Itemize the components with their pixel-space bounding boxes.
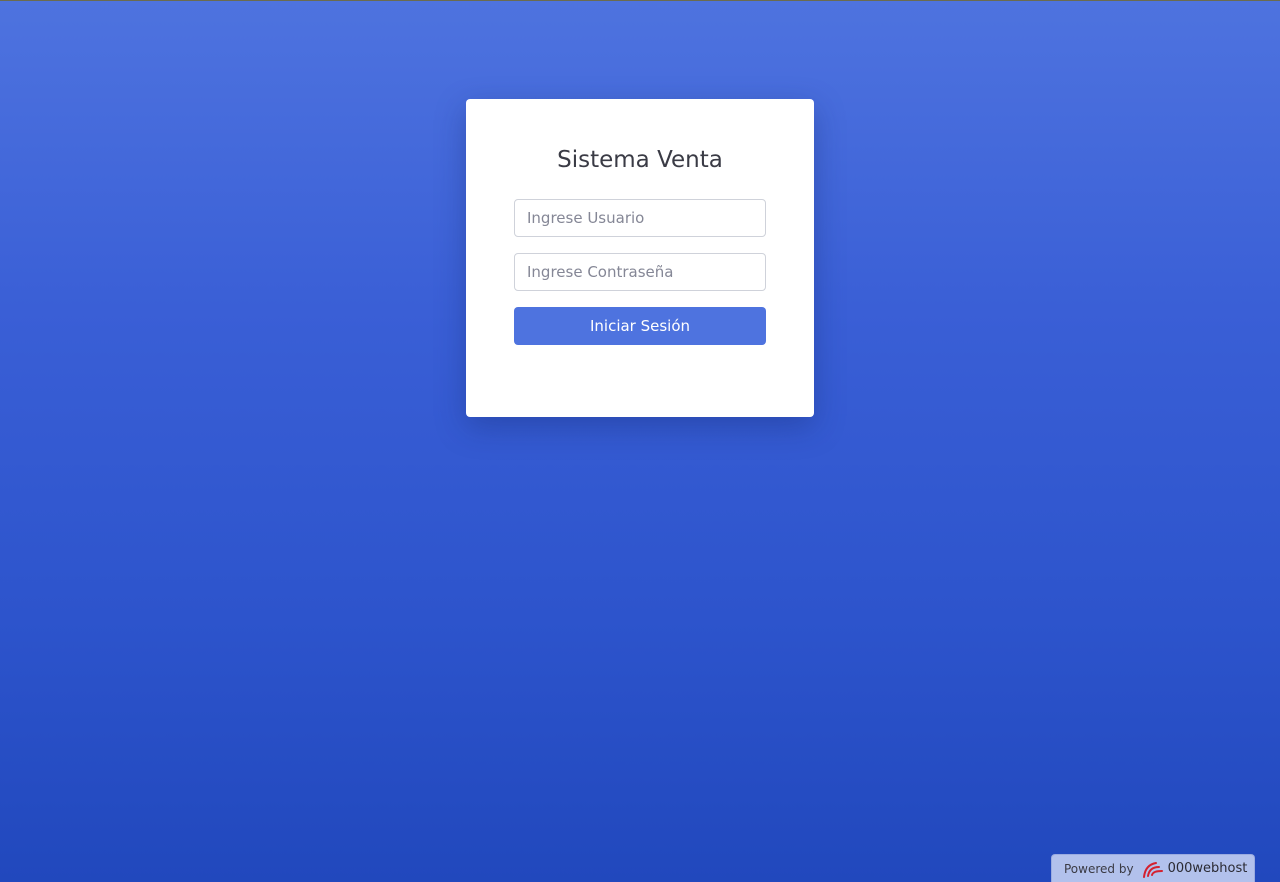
000webhost-logo-icon bbox=[1140, 859, 1164, 879]
powered-by-badge[interactable]: Powered by 000webhost bbox=[1051, 854, 1255, 882]
brand-name: 000webhost bbox=[1167, 861, 1248, 876]
password-input[interactable] bbox=[514, 253, 766, 291]
login-title: Sistema Venta bbox=[557, 147, 723, 173]
username-input[interactable] bbox=[514, 199, 766, 237]
login-button[interactable]: Iniciar Sesión bbox=[514, 307, 766, 345]
powered-by-label: Powered by bbox=[1064, 861, 1134, 876]
login-card: Sistema Venta Iniciar Sesión bbox=[466, 99, 814, 417]
